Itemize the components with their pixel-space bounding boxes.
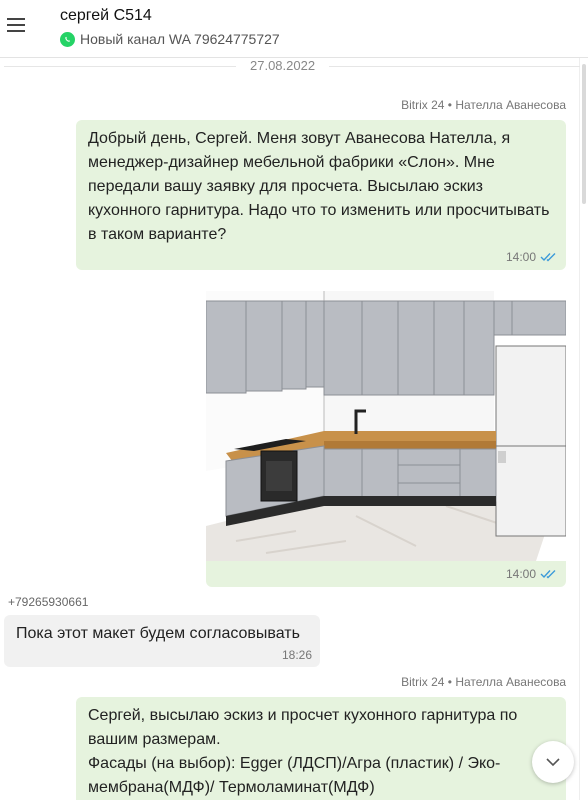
incoming-message[interactable]: Пока этот макет будем согласовывать 18:2…: [4, 615, 320, 667]
hamburger-icon[interactable]: [7, 18, 25, 32]
date-separator-label: 27.08.2022: [236, 58, 330, 73]
outgoing-message[interactable]: Добрый день, Сергей. Меня зовут Аванесов…: [76, 120, 566, 270]
message-sender: Bitrix 24 • Нателла Аванесова: [401, 675, 566, 689]
chat-area[interactable]: 27.08.2022 Bitrix 24 • Нателла Аванесова…: [0, 58, 588, 800]
chat-header: сергей С514 Новый канал WA 79624775727: [0, 0, 588, 58]
message-sender: Bitrix 24 • Нателла Аванесова: [401, 98, 566, 112]
double-check-icon: [540, 253, 556, 262]
scroll-down-button[interactable]: [532, 741, 574, 783]
message-time: 18:26: [281, 648, 312, 662]
message-text: Сергей, высылаю эскиз и просчет кухонног…: [88, 707, 518, 796]
double-check-icon: [540, 570, 556, 579]
outgoing-message[interactable]: Сергей, высылаю эскиз и просчет кухонног…: [76, 697, 566, 800]
message-text: Добрый день, Сергей. Меня зовут Аванесов…: [88, 130, 550, 243]
message-time: 14:00: [505, 567, 536, 581]
scrollbar-thumb[interactable]: [582, 64, 586, 204]
kitchen-render: [206, 291, 566, 561]
chevron-down-icon: [546, 757, 560, 766]
channel-label: Новый канал WA 79624775727: [80, 31, 280, 47]
message-time-row: 14:00: [506, 567, 558, 581]
sender-phone: +79265930661: [8, 595, 89, 609]
message-time-row: 14:00: [506, 250, 558, 264]
message-text: Пока этот макет будем согласовывать: [16, 625, 300, 642]
kitchen-sketch-image[interactable]: [206, 291, 566, 561]
channel-info: Новый канал WA 79624775727: [60, 31, 280, 47]
chat-title[interactable]: сергей С514: [60, 7, 152, 25]
whatsapp-icon: [60, 31, 75, 47]
message-time: 14:00: [505, 250, 536, 264]
